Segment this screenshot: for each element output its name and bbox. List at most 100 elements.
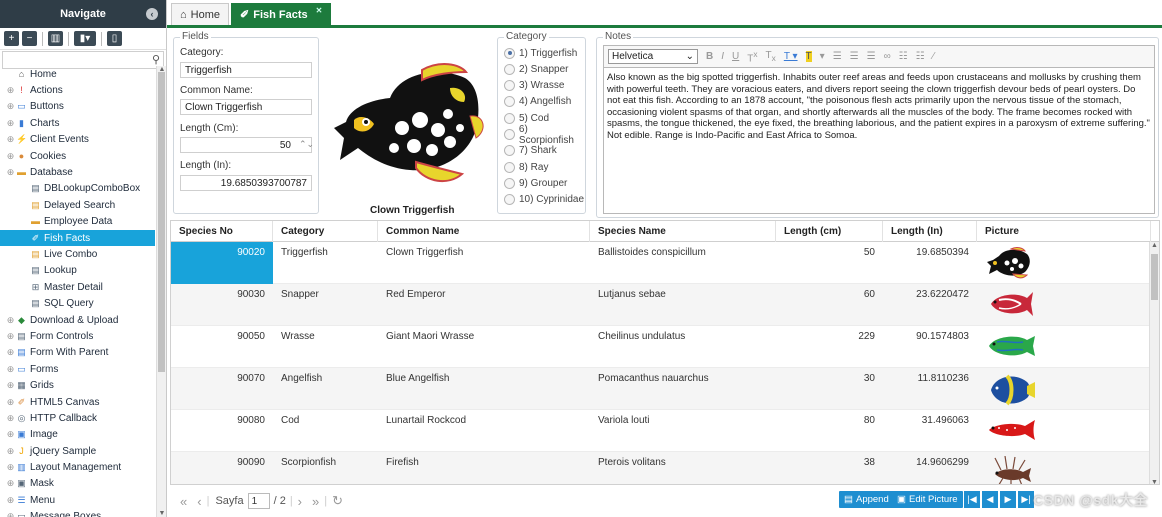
table-cell[interactable]: Wrasse bbox=[273, 326, 378, 368]
column-header[interactable]: Species Name bbox=[590, 221, 776, 242]
nav-item-cookies[interactable]: ⊕ ● Cookies bbox=[0, 148, 155, 164]
expand-all-icon[interactable]: + bbox=[4, 31, 19, 46]
nav-scroll-thumb[interactable] bbox=[158, 72, 165, 372]
nav-item-delayed-search[interactable]: ▤ Delayed Search bbox=[0, 197, 155, 213]
nav-item-menu[interactable]: ⊕ ☰ Menu bbox=[0, 492, 155, 508]
expand-icon[interactable]: ⊕ bbox=[6, 430, 15, 439]
nav-item-charts[interactable]: ⊕ ▮ Charts bbox=[0, 115, 155, 131]
nav-item-http-callback[interactable]: ⊕ ◎ HTTP Callback bbox=[0, 410, 155, 426]
subscript-icon[interactable]: Tx bbox=[766, 50, 776, 63]
expand-icon[interactable]: ⊕ bbox=[6, 151, 15, 161]
nav-item-lookup[interactable]: ▤ Lookup bbox=[0, 263, 155, 279]
table-cell[interactable]: Variola louti bbox=[590, 410, 776, 452]
expand-icon[interactable]: ⊕ bbox=[6, 479, 15, 488]
table-cell[interactable]: 19.6850394 bbox=[883, 242, 977, 284]
table-cell[interactable]: Cheilinus undulatus bbox=[590, 326, 776, 368]
stepper-arrows-icon[interactable]: ⌃⌄ bbox=[299, 139, 314, 150]
column-header[interactable]: Species No bbox=[171, 221, 273, 242]
expand-icon[interactable]: ⊕ bbox=[6, 364, 15, 374]
nav-item-download-upload[interactable]: ⊕ ◆ Download & Upload bbox=[0, 312, 155, 328]
expand-icon[interactable]: ⊕ bbox=[6, 315, 15, 325]
underline-icon[interactable]: U bbox=[732, 51, 739, 62]
refresh-icon[interactable]: ↻ bbox=[332, 493, 343, 509]
table-cell[interactable]: 38 bbox=[776, 452, 883, 484]
column-header[interactable]: Length (In) bbox=[883, 221, 977, 242]
nav-item-master-detail[interactable]: ⊞ Master Detail bbox=[0, 279, 155, 295]
nav-item-mask[interactable]: ⊕ ▣ Mask bbox=[0, 476, 155, 492]
nav-item-actions[interactable]: ⊕! Actions bbox=[0, 82, 155, 98]
radio-button-icon[interactable] bbox=[504, 112, 515, 124]
nav-next-button[interactable]: ▶ bbox=[1000, 491, 1016, 508]
radio-button-icon[interactable] bbox=[504, 194, 515, 206]
common-name-field[interactable]: Clown Triggerfish bbox=[180, 99, 312, 115]
search-icon[interactable]: ⚲ bbox=[152, 53, 160, 66]
table-cell[interactable]: 31.496063 bbox=[883, 410, 977, 452]
table-cell[interactable]: Lunartail Rockcod bbox=[378, 410, 590, 452]
font-color-icon[interactable]: T ▾ bbox=[784, 51, 798, 62]
link-icon[interactable]: ∞ bbox=[884, 51, 891, 62]
category-radio[interactable]: 2) Snapper bbox=[504, 62, 568, 76]
next-page-icon[interactable]: › bbox=[298, 494, 302, 509]
nav-item-image[interactable]: ⊕ ▣ Image bbox=[0, 427, 155, 443]
table-cell[interactable]: 90050 bbox=[171, 326, 273, 368]
table-cell[interactable]: Triggerfish bbox=[273, 242, 378, 284]
nav-prev-button[interactable]: ◀ bbox=[982, 491, 998, 508]
table-row[interactable]: 90080 Cod Lunartail Rockcod Variola louti 80… bbox=[171, 410, 1151, 452]
expand-icon[interactable]: ⊕ bbox=[6, 413, 15, 423]
last-page-icon[interactable]: » bbox=[312, 494, 319, 509]
table-cell[interactable]: 30 bbox=[776, 368, 883, 410]
page-input[interactable] bbox=[247, 493, 270, 509]
radio-button-icon[interactable] bbox=[504, 80, 515, 92]
superscript-icon[interactable]: Tx bbox=[747, 49, 757, 64]
nav-item-employee-data[interactable]: ▬ Employee Data bbox=[0, 214, 155, 230]
radio-button-icon[interactable] bbox=[504, 47, 515, 59]
radio-button-icon[interactable] bbox=[504, 145, 515, 157]
table-cell[interactable]: Ballistoides conspicillum bbox=[590, 242, 776, 284]
nav-scrollbar[interactable]: ▲ ▼ bbox=[156, 66, 166, 517]
category-radio[interactable]: 3) Wrasse bbox=[504, 79, 564, 93]
nav-item-html5-canvas[interactable]: ⊕ ✐ HTML5 Canvas bbox=[0, 394, 155, 410]
table-cell[interactable]: 23.6220472 bbox=[883, 284, 977, 326]
picture-cell[interactable] bbox=[977, 284, 1151, 326]
unordered-list-icon[interactable]: ☷ bbox=[916, 51, 925, 62]
clear-format-icon[interactable]: ⁄ bbox=[933, 51, 935, 62]
ordered-list-icon[interactable]: ☷ bbox=[899, 51, 908, 62]
table-cell[interactable]: 229 bbox=[776, 326, 883, 368]
table-cell[interactable]: Giant Maori Wrasse bbox=[378, 326, 590, 368]
table-row[interactable]: 90030 Snapper Red Emperor Lutjanus sebae 60 2… bbox=[171, 284, 1151, 326]
close-tab-icon[interactable]: ✕ bbox=[316, 6, 323, 15]
length-cm-stepper[interactable]: 50 bbox=[180, 137, 312, 153]
tab-fish-facts[interactable]: ✐ Fish Facts ✕ bbox=[231, 3, 332, 25]
table-row[interactable]: 90070 Angelfish Blue Angelfish Pomacanthus … bbox=[171, 368, 1151, 410]
nav-item-form-controls[interactable]: ⊕ ▤ Form Controls bbox=[0, 328, 155, 344]
table-row[interactable]: 90050 Wrasse Giant Maori Wrasse Cheilinus u… bbox=[171, 326, 1151, 368]
table-cell[interactable]: 90070 bbox=[171, 368, 273, 410]
table-cell[interactable]: 50 bbox=[776, 242, 883, 284]
nav-item-grids[interactable]: ⊕ ▦ Grids bbox=[0, 377, 155, 393]
radio-button-icon[interactable] bbox=[504, 96, 515, 108]
collapse-all-icon[interactable]: − bbox=[22, 31, 37, 46]
scroll-up-icon[interactable]: ▲ bbox=[1151, 242, 1158, 249]
font-select[interactable]: Helvetica ⌄ bbox=[608, 49, 698, 64]
align-center-icon[interactable]: ☰ bbox=[850, 51, 859, 62]
append-button[interactable]: ▤ Append bbox=[839, 491, 894, 508]
scroll-down-icon[interactable]: ▼ bbox=[1151, 479, 1158, 484]
expand-icon[interactable]: ⊕ bbox=[6, 397, 15, 407]
expand-icon[interactable]: ⊕ bbox=[6, 102, 15, 111]
table-cell[interactable]: Firefish bbox=[378, 452, 590, 484]
nav-item-message-boxes[interactable]: ⊕ ▭ Message Boxes bbox=[0, 509, 155, 517]
category-radio[interactable]: 4) Angelfish bbox=[504, 95, 571, 109]
expand-icon[interactable]: ⊕ bbox=[6, 118, 15, 128]
table-cell[interactable]: Snapper bbox=[273, 284, 378, 326]
highlight-icon[interactable]: T bbox=[805, 51, 812, 62]
expand-icon[interactable] bbox=[6, 70, 15, 79]
table-row[interactable]: 90090 Scorpionfish Firefish Pterois volitan… bbox=[171, 452, 1151, 484]
expand-icon[interactable]: ⊕ bbox=[6, 495, 15, 505]
expand-icon[interactable]: ⊕ bbox=[6, 446, 15, 456]
category-field[interactable]: Triggerfish bbox=[180, 62, 312, 78]
italic-icon[interactable]: I bbox=[721, 51, 724, 62]
category-radio[interactable]: 8) Ray bbox=[504, 160, 548, 174]
nav-item-forms[interactable]: ⊕ ▭ Forms bbox=[0, 361, 155, 377]
nav-item-buttons[interactable]: ⊕ ▭ Buttons bbox=[0, 99, 155, 115]
expand-icon[interactable]: ⊕ bbox=[6, 381, 15, 390]
